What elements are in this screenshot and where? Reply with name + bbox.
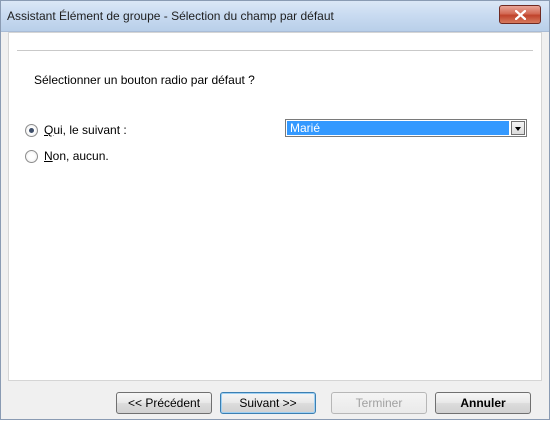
panel-divider	[17, 50, 533, 51]
finish-label: Terminer	[355, 396, 403, 410]
dropdown-selected-value[interactable]: Marié	[287, 121, 509, 135]
title-bar[interactable]: Assistant Élément de groupe - Sélection …	[1, 1, 549, 32]
close-button[interactable]	[499, 5, 541, 24]
close-icon	[515, 10, 526, 20]
radio-yes-label[interactable]: Qui, le suivant :	[44, 123, 127, 137]
radio-no-label[interactable]: Non, aucun.	[44, 149, 109, 163]
cancel-button[interactable]: Annuler	[435, 392, 531, 414]
previous-button[interactable]: << Précédent	[116, 392, 212, 414]
radio-no-row[interactable]: Non, aucun.	[25, 148, 109, 164]
radio-yes[interactable]	[25, 123, 38, 137]
next-button[interactable]: Suivant >>	[220, 392, 316, 414]
radio-yes-row[interactable]: Qui, le suivant :	[25, 122, 127, 138]
chevron-down-icon[interactable]	[511, 121, 525, 135]
wizard-window: Assistant Élément de groupe - Sélection …	[0, 0, 550, 420]
previous-prefix: <<	[127, 396, 146, 410]
default-field-dropdown[interactable]: Marié	[285, 119, 527, 137]
window-title: Assistant Élément de groupe - Sélection …	[7, 9, 334, 23]
next-label: Suivant >>	[239, 396, 297, 410]
previous-label: Précédent	[145, 396, 201, 410]
prompt-label: Sélectionner un bouton radio par défaut …	[34, 73, 255, 87]
finish-button[interactable]: Terminer	[331, 392, 427, 414]
cancel-label: Annuler	[460, 396, 506, 410]
radio-no[interactable]	[25, 149, 38, 163]
wizard-panel: Sélectionner un bouton radio par défaut …	[8, 32, 542, 381]
